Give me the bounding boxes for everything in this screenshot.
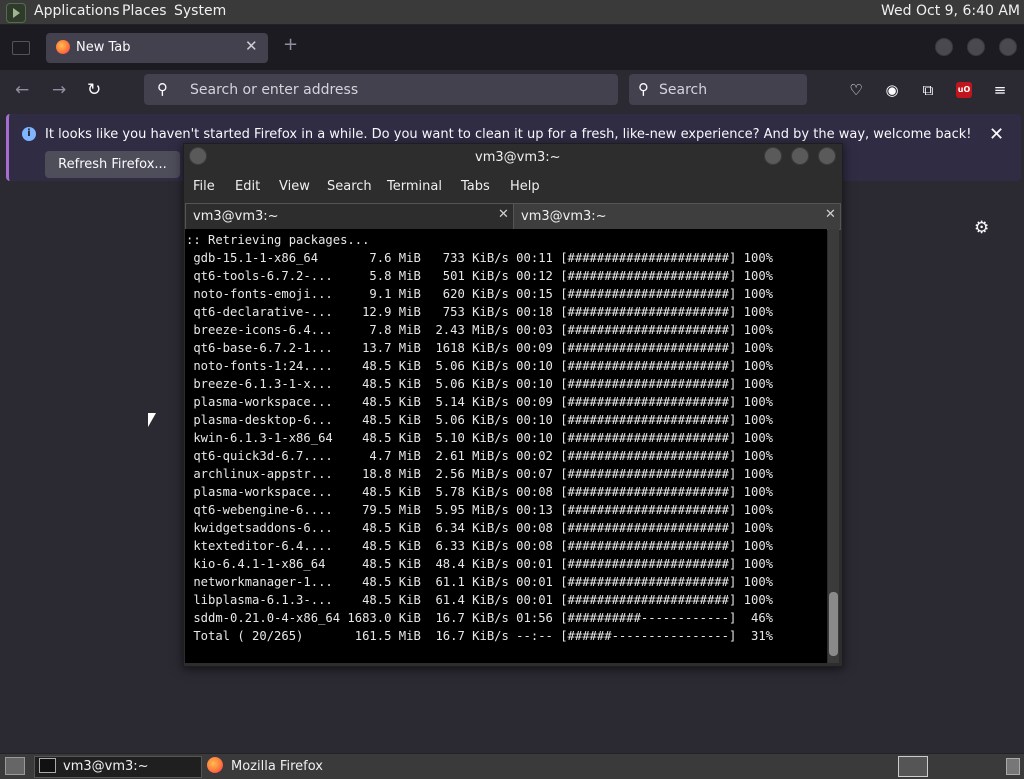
window-menu-icon[interactable]: [189, 147, 207, 165]
terminal-menu-help[interactable]: Help: [510, 179, 540, 194]
trash-icon[interactable]: [1006, 758, 1020, 775]
tab-close-icon[interactable]: ✕: [245, 37, 258, 55]
hamburger-menu-icon[interactable]: ≡: [991, 81, 1009, 99]
reload-icon[interactable]: ↻: [87, 80, 101, 100]
pocket-icon[interactable]: ♡: [847, 81, 865, 99]
search-icon: ⚲: [157, 80, 168, 98]
clock[interactable]: Wed Oct 9, 6:40 AM: [881, 3, 1020, 19]
distro-logo-icon[interactable]: [6, 3, 26, 23]
tab-title: New Tab: [76, 40, 131, 55]
notification-close-icon[interactable]: ✕: [989, 124, 1004, 145]
terminal-output[interactable]: :: Retrieving packages... gdb-15.1-1-x86…: [186, 231, 773, 645]
notification-text: It looks like you haven't started Firefo…: [45, 127, 972, 142]
extensions-icon[interactable]: ⧉: [919, 81, 937, 99]
terminal-tab-label: vm3@vm3:~: [193, 209, 279, 224]
new-tab-plus-icon[interactable]: +: [283, 34, 298, 55]
firefox-icon: [56, 40, 70, 54]
top-panel: Applications Places System Wed Oct 9, 6:…: [0, 0, 1024, 25]
search-icon: ⚲: [638, 80, 649, 98]
menu-places[interactable]: Places: [122, 3, 167, 19]
info-icon: i: [22, 127, 36, 141]
terminal-tab-close-icon[interactable]: ✕: [498, 207, 509, 222]
taskbar-item-label: vm3@vm3:~: [63, 759, 149, 774]
terminal-maximize-icon[interactable]: [791, 147, 809, 165]
search-bar[interactable]: [629, 74, 807, 105]
terminal-title: vm3@vm3:~: [475, 150, 561, 165]
search-placeholder[interactable]: Search: [659, 82, 707, 98]
terminal-menu-edit[interactable]: Edit: [235, 179, 260, 194]
maximize-icon[interactable]: [967, 38, 985, 56]
terminal-menu-search[interactable]: Search: [327, 179, 372, 194]
close-window-icon[interactable]: [999, 38, 1017, 56]
mouse-cursor-icon: [148, 413, 156, 427]
terminal-tab-label: vm3@vm3:~: [521, 209, 607, 224]
menu-system[interactable]: System: [174, 3, 226, 19]
show-desktop-icon[interactable]: [5, 757, 25, 775]
firefox-icon: [207, 757, 223, 773]
terminal-icon: [39, 758, 56, 773]
account-icon[interactable]: ◉: [883, 81, 901, 99]
ublock-origin-icon[interactable]: uO: [956, 82, 972, 98]
sidebar-icon[interactable]: [12, 41, 30, 55]
gear-icon[interactable]: ⚙: [974, 218, 989, 238]
menu-applications[interactable]: Applications: [34, 3, 120, 19]
terminal-menu-file[interactable]: File: [193, 179, 215, 194]
terminal-minimize-icon[interactable]: [764, 147, 782, 165]
terminal-scroll-thumb[interactable]: [829, 592, 838, 656]
minimize-icon[interactable]: [935, 38, 953, 56]
back-arrow-icon[interactable]: ←: [15, 80, 29, 100]
taskbar-item-firefox[interactable]: Mozilla Firefox: [231, 759, 323, 774]
terminal-menu-view[interactable]: View: [279, 179, 310, 194]
workspace-switcher[interactable]: [898, 756, 928, 777]
forward-arrow-icon[interactable]: →: [52, 80, 66, 100]
terminal-menu-terminal[interactable]: Terminal: [387, 179, 442, 194]
url-placeholder[interactable]: Search or enter address: [190, 82, 358, 98]
terminal-tab-close-icon[interactable]: ✕: [825, 207, 836, 222]
refresh-firefox-button[interactable]: Refresh Firefox...: [45, 151, 180, 178]
terminal-menu-tabs[interactable]: Tabs: [461, 179, 490, 194]
terminal-close-icon[interactable]: [818, 147, 836, 165]
